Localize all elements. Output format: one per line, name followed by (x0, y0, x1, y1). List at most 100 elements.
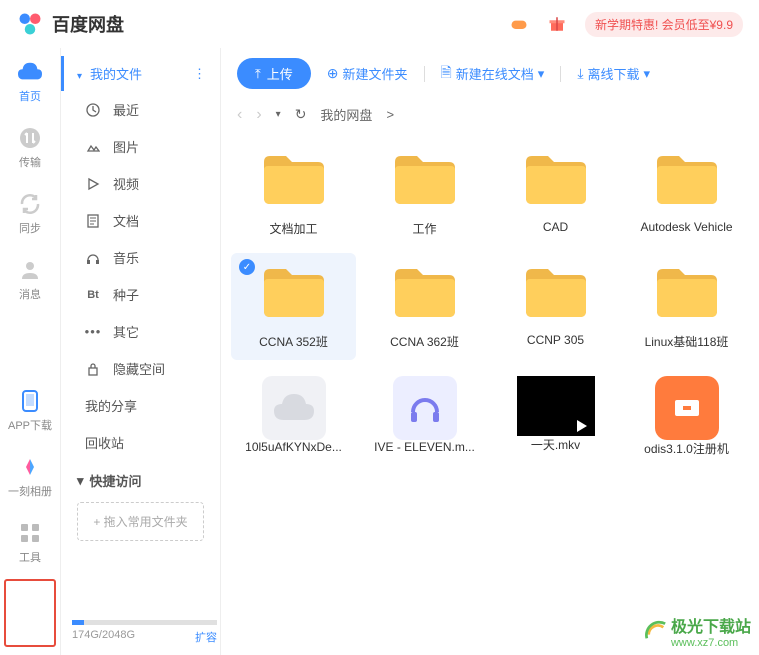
folder-icon (651, 263, 723, 323)
folder-icon (389, 263, 461, 323)
nav-rail: 首页 传输 同步 消息 APP下载 一刻相册 工具 (0, 48, 60, 655)
history-dropdown[interactable]: ▾ (276, 109, 281, 120)
header-actions: 新学期特惠! 会员低至¥9.9 (509, 12, 743, 37)
file-name: IVE - ELEVEN.m... (374, 440, 475, 454)
quick-access-dropzone[interactable]: + 拖入常用文件夹 (77, 502, 204, 541)
folder-icon (389, 150, 461, 210)
file-item[interactable]: CCNP 305 (493, 253, 618, 360)
file-item[interactable]: 一天.mkv (493, 366, 618, 467)
refresh-button[interactable]: ↻ (295, 106, 307, 123)
new-folder-button[interactable]: ⊕新建文件夹 (327, 64, 408, 83)
file-item[interactable]: Autodesk Vehicle (624, 140, 749, 247)
sidebar-category-lock[interactable]: 隐藏空间 (61, 350, 220, 387)
watermark: 极光下载站www.xz7.com (645, 613, 751, 649)
file-name: Autodesk Vehicle (640, 220, 732, 234)
storage-text: 174G/2048G (72, 629, 135, 645)
sidebar-category-more[interactable]: •••其它 (61, 313, 220, 350)
file-item[interactable]: CCNA 362班 (362, 253, 487, 360)
play-icon (85, 176, 101, 192)
file-name: Linux基础118班 (645, 333, 729, 350)
folder-icon (520, 150, 592, 210)
nav-app-download[interactable]: APP下载 (0, 389, 60, 433)
check-icon: ✓ (239, 259, 255, 275)
file-item[interactable]: IVE - ELEVEN.m... (362, 366, 487, 467)
file-item[interactable]: Linux基础118班 (624, 253, 749, 360)
separator (424, 66, 425, 82)
chevron-down-icon: ▾ (77, 473, 84, 489)
quick-access-header: ▾ 快捷访问 (61, 461, 220, 498)
sidebar-category-play[interactable]: 视频 (61, 165, 220, 202)
promo-badge[interactable]: 新学期特惠! 会员低至¥9.9 (585, 12, 743, 37)
forward-button[interactable]: › (256, 106, 261, 124)
nav-album[interactable]: 一刻相册 (0, 455, 60, 499)
file-name: CAD (543, 220, 568, 234)
content-area: ⤒ 上传 ⊕新建文件夹 🗎新建在线文档 ▾ ⤓离线下载 ▾ ‹ › ▾ ↻ 我的… (220, 48, 759, 655)
chevron-down-icon: ▾ (77, 71, 82, 82)
file-name: CCNP 305 (527, 333, 584, 347)
sidebar-my-share[interactable]: 我的分享 (61, 387, 220, 424)
watermark-icon (645, 620, 667, 642)
headphone-icon (85, 250, 101, 266)
file-item[interactable]: 工作 (362, 140, 487, 247)
file-item[interactable]: CAD (493, 140, 618, 247)
transfer-icon (18, 126, 42, 150)
sidebar-category-headphone[interactable]: 音乐 (61, 239, 220, 276)
nav-sync[interactable]: 同步 (0, 192, 60, 236)
album-icon (18, 455, 42, 479)
nav-messages[interactable]: 消息 (0, 258, 60, 302)
file-name: 10l5uAfKYNxDe... (245, 440, 342, 454)
cloud-icon (18, 60, 42, 84)
phone-icon (18, 389, 42, 413)
file-item[interactable]: odis3.1.0注册机 (624, 366, 749, 467)
file-item[interactable]: 10l5uAfKYNxDe... (231, 366, 356, 467)
folder-icon (520, 263, 592, 323)
download-icon: ⤓ (577, 65, 583, 82)
back-button[interactable]: ‹ (237, 106, 242, 124)
doc-icon: 🗎 (441, 62, 452, 86)
nav-transfer[interactable]: 传输 (0, 126, 60, 170)
music-file-icon (393, 376, 457, 440)
folder-plus-icon: ⊕ (327, 65, 339, 82)
new-online-doc-button[interactable]: 🗎新建在线文档 ▾ (441, 62, 545, 86)
video-thumbnail (517, 376, 595, 436)
user-icon (18, 258, 42, 282)
gift-icon[interactable] (547, 14, 567, 34)
storage-indicator: 174G/2048G 扩容 (72, 620, 217, 645)
breadcrumb-bar: ‹ › ▾ ↻ 我的网盘 > (221, 99, 759, 130)
breadcrumb-root[interactable]: 我的网盘 (320, 105, 372, 124)
baidu-netdisk-logo-icon (16, 10, 44, 38)
storage-expand-link[interactable]: 扩容 (195, 629, 217, 645)
file-name: odis3.1.0注册机 (644, 440, 729, 457)
gamepad-icon[interactable] (509, 14, 529, 34)
lock-icon (85, 361, 101, 377)
nav-tools[interactable]: 工具 (0, 521, 60, 565)
clock-icon (85, 102, 101, 118)
file-name: 一天.mkv (531, 436, 580, 453)
upload-button[interactable]: ⤒ 上传 (237, 58, 311, 89)
folder-icon (258, 263, 330, 323)
folder-icon (651, 150, 723, 210)
chevron-down-icon: ▾ (644, 66, 651, 82)
sidebar-category-image[interactable]: 图片 (61, 128, 220, 165)
offline-download-button[interactable]: ⤓离线下载 ▾ (577, 64, 650, 83)
chevron-down-icon: ▾ (538, 66, 545, 82)
sidebar-category-doc[interactable]: 文档 (61, 202, 220, 239)
file-item[interactable]: 文档加工 (231, 140, 356, 247)
grid-icon (18, 521, 42, 545)
bt-icon: Bt (85, 287, 101, 303)
app-title: 百度网盘 (52, 11, 124, 37)
nav-home[interactable]: 首页 (0, 60, 60, 104)
sidebar-my-files[interactable]: ▾我的文件 ⋮ (61, 56, 220, 91)
toolbar: ⤒ 上传 ⊕新建文件夹 🗎新建在线文档 ▾ ⤓离线下载 ▾ (221, 48, 759, 99)
image-icon (85, 139, 101, 155)
sidebar-category-bt[interactable]: Bt种子 (61, 276, 220, 313)
storage-bar (72, 620, 217, 625)
sidebar: ▾我的文件 ⋮ 最近图片视频文档音乐Bt种子•••其它隐藏空间 我的分享 回收站… (60, 48, 220, 655)
sidebar-category-clock[interactable]: 最近 (61, 91, 220, 128)
upload-icon: ⤒ (255, 66, 261, 82)
folder-icon (258, 150, 330, 210)
sidebar-recycle[interactable]: 回收站 (61, 424, 220, 461)
file-item[interactable]: ✓CCNA 352班 (231, 253, 356, 360)
file-name: 工作 (412, 220, 436, 237)
more-vertical-icon[interactable]: ⋮ (193, 66, 204, 82)
